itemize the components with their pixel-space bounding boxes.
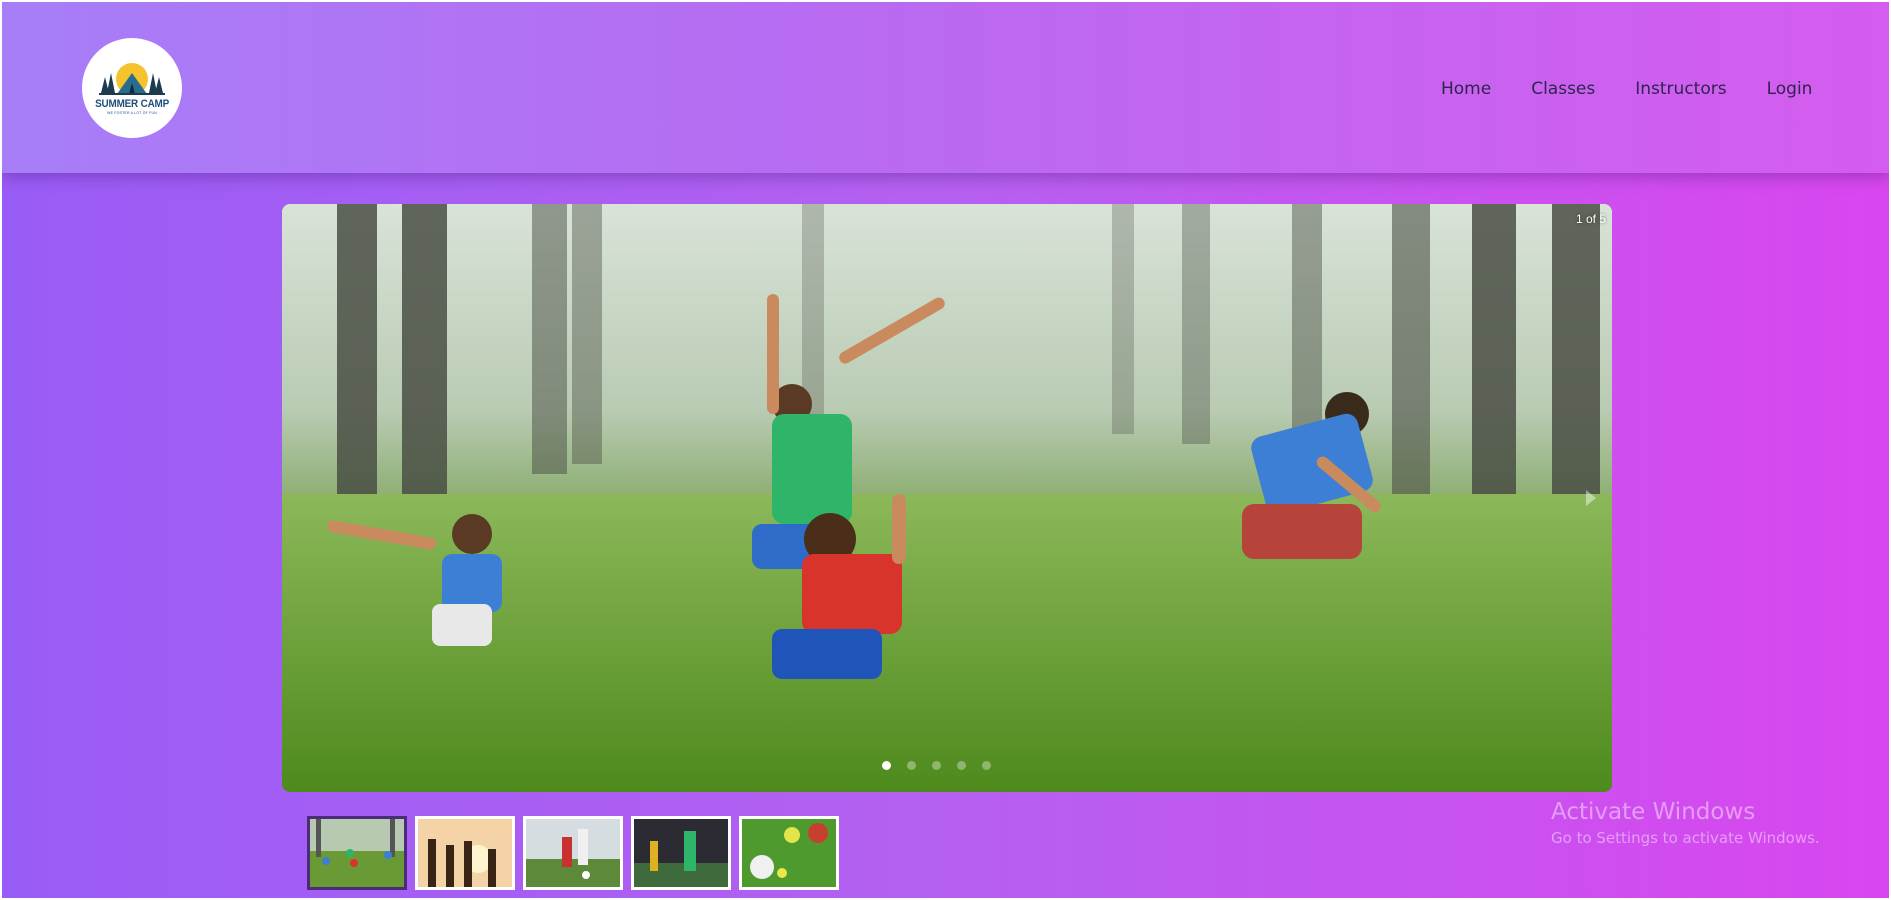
- kids-jumping-in-park-photo: [282, 204, 1612, 792]
- slide-indicators: [882, 761, 991, 770]
- navbar: SUMMER CAMP WE FOSTER A LOT OF FUN Home …: [2, 2, 1889, 173]
- watermark-subtitle: Go to Settings to activate Windows.: [1551, 829, 1820, 847]
- nav-classes-link[interactable]: Classes: [1531, 79, 1595, 99]
- page: SUMMER CAMP WE FOSTER A LOT OF FUN Home …: [2, 2, 1889, 898]
- nav-home-link[interactable]: Home: [1441, 79, 1491, 99]
- slide-dot-3[interactable]: [932, 761, 941, 770]
- kids-sunset-thumbnail: [418, 819, 512, 887]
- soccer-players-thumbnail: [526, 819, 620, 887]
- summer-camp-logo[interactable]: SUMMER CAMP WE FOSTER A LOT OF FUN: [82, 38, 182, 138]
- slide-dot-1[interactable]: [882, 761, 891, 770]
- nav-login-link[interactable]: Login: [1767, 79, 1813, 99]
- thumbnail-1[interactable]: [307, 816, 407, 890]
- windows-activation-watermark: Activate Windows Go to Settings to activ…: [1551, 799, 1820, 847]
- sports-equipment-thumbnail: [742, 819, 836, 887]
- thumbnail-3[interactable]: [523, 816, 623, 890]
- image-carousel[interactable]: 1 of 5: [282, 204, 1612, 792]
- slide-dot-5[interactable]: [982, 761, 991, 770]
- thumbnail-4[interactable]: [631, 816, 731, 890]
- main-nav: Home Classes Instructors Login: [1441, 79, 1812, 99]
- kids-jumping-thumbnail: [310, 819, 404, 887]
- logo-tagline: WE FOSTER A LOT OF FUN: [107, 111, 157, 115]
- thumbnail-5[interactable]: [739, 816, 839, 890]
- thumbnail-strip: [307, 816, 839, 890]
- slide-dot-4[interactable]: [957, 761, 966, 770]
- indoor-sports-thumbnail: [634, 819, 728, 887]
- thumbnail-2[interactable]: [415, 816, 515, 890]
- chevron-right-icon[interactable]: [1584, 488, 1598, 508]
- nav-instructors-link[interactable]: Instructors: [1635, 79, 1726, 99]
- watermark-title: Activate Windows: [1551, 799, 1756, 825]
- tent-sunset-icon: [99, 63, 165, 95]
- slide-dot-2[interactable]: [907, 761, 916, 770]
- logo-title: SUMMER CAMP: [95, 98, 169, 110]
- slide-status: 1 of 5: [1575, 212, 1606, 226]
